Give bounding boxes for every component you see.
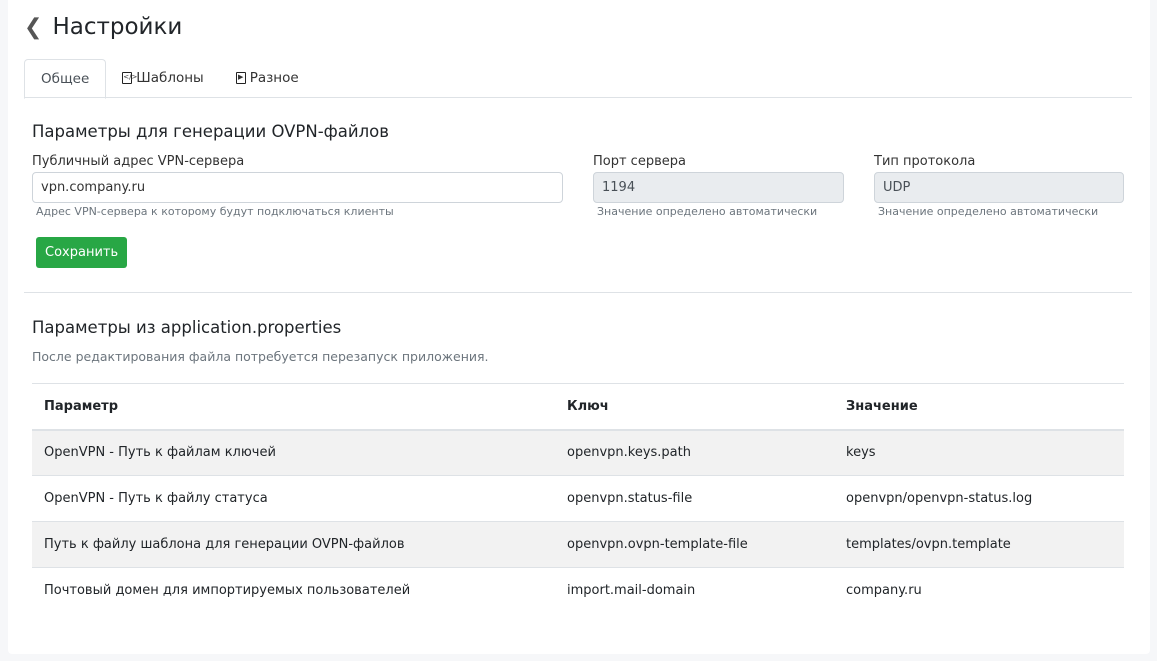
play-square-icon: ▶: [235, 72, 246, 84]
cell-param: OpenVPN - Путь к файлу статуса: [32, 475, 555, 522]
port-label: Порт сервера: [593, 154, 686, 169]
tab-label: Шаблоны: [136, 69, 204, 86]
cell-param: Путь к файлу шаблона для генерации OVPN-…: [32, 521, 555, 568]
props-section-title: Параметры из application.properties: [32, 318, 342, 337]
tab-label: Разное: [249, 69, 299, 86]
protocol-hint: Значение определено автоматически: [878, 205, 1099, 218]
tab-general[interactable]: Общее: [24, 59, 107, 99]
col-key: Ключ: [555, 383, 834, 431]
address-label: Публичный адрес VPN-сервера: [32, 154, 245, 169]
page-header: ❮ Настройки: [24, 14, 182, 40]
tab-templates[interactable]: </> Шаблоны: [106, 59, 219, 97]
address-input[interactable]: vpn.company.ru: [32, 172, 563, 203]
port-hint: Значение определено автоматически: [597, 205, 818, 218]
back-chevron-icon[interactable]: ❮: [24, 15, 42, 40]
cell-key: openvpn.ovpn-template-file: [555, 521, 834, 568]
page-title: Настройки: [52, 14, 183, 40]
props-note: После редактирования файла потребуется п…: [32, 349, 489, 364]
tab-misc[interactable]: ▶ Разное: [220, 59, 315, 97]
divider: [24, 292, 1132, 293]
cell-value: openvpn/openvpn-status.log: [834, 475, 1124, 522]
ovpn-section-title: Параметры для генерации OVPN-файлов: [32, 122, 389, 141]
protocol-label: Тип протокола: [874, 154, 976, 169]
cell-key: openvpn.status-file: [555, 475, 834, 522]
table-row: OpenVPN - Путь к файлу статуса openvpn.st…: [32, 475, 1124, 522]
col-parameter: Параметр: [32, 383, 555, 431]
table-row: Путь к файлу шаблона для генерации OVPN-…: [32, 521, 1124, 568]
file-code-icon: </>: [122, 72, 137, 84]
save-button[interactable]: Сохранить: [36, 237, 128, 268]
col-value: Значение: [834, 383, 1124, 431]
cell-value: templates/ovpn.template: [834, 521, 1124, 568]
address-hint: Адрес VPN-сервера к которому будут подкл…: [36, 205, 394, 218]
cell-key: import.mail-domain: [555, 567, 834, 614]
tab-label: Общее: [41, 70, 90, 87]
table-row: OpenVPN - Путь к файлам ключей openvpn.ke…: [32, 429, 1124, 476]
cell-value: keys: [834, 429, 1124, 476]
table-row: Почтовый домен для импортируемых пользов…: [32, 567, 1124, 614]
protocol-input: UDP: [874, 172, 1124, 203]
tabs: Общее </> Шаблоны ▶ Разное: [24, 59, 1132, 99]
cell-key: openvpn.keys.path: [555, 429, 834, 476]
cell-value: company.ru: [834, 567, 1124, 614]
properties-table: Параметр Ключ Значение OpenVPN - Путь к …: [32, 383, 1124, 614]
cell-param: Почтовый домен для импортируемых пользов…: [32, 567, 555, 614]
port-input: 1194: [593, 172, 844, 203]
cell-param: OpenVPN - Путь к файлам ключей: [32, 429, 555, 476]
table-header-row: Параметр Ключ Значение: [32, 383, 1124, 431]
